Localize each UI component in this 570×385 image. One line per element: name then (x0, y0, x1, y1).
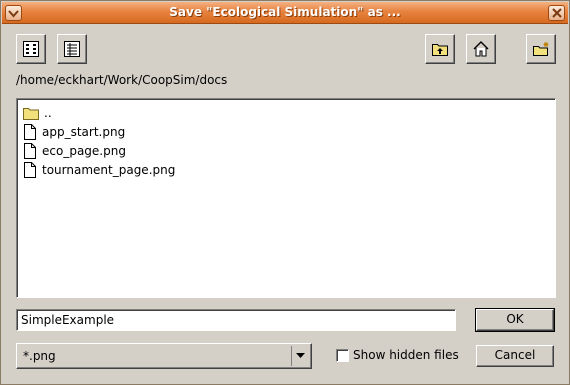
file-icon (24, 143, 36, 159)
list-view-button[interactable] (16, 34, 46, 64)
new-folder-button[interactable] (526, 34, 556, 64)
window-title: Save "Ecological Simulation" as ... (169, 5, 401, 19)
list-item[interactable]: eco_page.png (23, 142, 126, 160)
file-type-value: *.png (23, 349, 56, 363)
file-icon (24, 124, 36, 140)
file-list[interactable]: .. app_start.png eco_page.png tournament… (16, 98, 556, 298)
show-hidden-checkbox[interactable] (336, 349, 349, 362)
parent-folder-button[interactable] (425, 34, 455, 64)
close-button[interactable] (548, 5, 565, 21)
details-view-icon (64, 41, 80, 57)
chevron-down-icon (8, 9, 19, 17)
file-name: eco_page.png (42, 144, 126, 158)
cancel-button[interactable]: Cancel (476, 345, 554, 367)
window-menu-button[interactable] (5, 5, 22, 21)
file-name: app_start.png (42, 125, 126, 139)
file-name: tournament_page.png (42, 163, 176, 177)
new-folder-icon (533, 42, 549, 56)
home-button[interactable] (466, 34, 496, 64)
parent-folder-icon (432, 44, 448, 56)
list-item[interactable]: app_start.png (23, 123, 125, 141)
dropdown-button[interactable] (291, 346, 309, 366)
close-icon (551, 8, 562, 18)
filename-input[interactable]: SimpleExample (16, 309, 456, 331)
file-type-select[interactable]: *.png (16, 343, 312, 369)
details-view-button[interactable] (57, 34, 87, 64)
list-item[interactable]: .. (23, 104, 52, 122)
show-hidden-label: Show hidden files (353, 348, 459, 362)
list-view-icon (23, 41, 39, 57)
file-icon (24, 162, 36, 178)
list-item[interactable]: tournament_page.png (23, 161, 175, 179)
current-path: /home/eckhart/Work/CoopSim/docs (16, 73, 228, 87)
home-icon (473, 41, 489, 57)
file-name: .. (44, 106, 52, 120)
ok-button[interactable]: OK (475, 308, 555, 332)
folder-icon (23, 108, 39, 120)
chevron-down-icon (296, 353, 305, 358)
title-bar[interactable]: Save "Ecological Simulation" as ... (2, 2, 568, 24)
save-dialog: Save "Ecological Simulation" as ... /hom… (0, 0, 570, 385)
